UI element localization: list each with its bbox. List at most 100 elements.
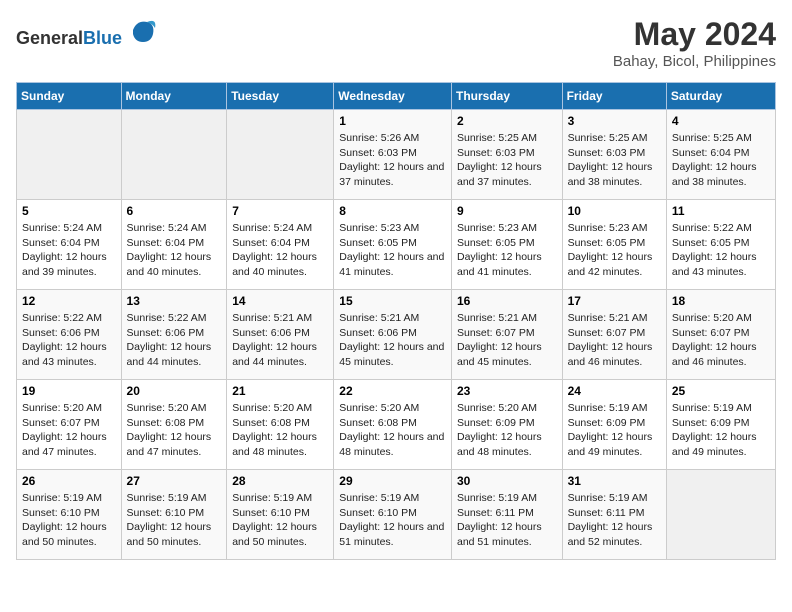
day-number: 1 bbox=[339, 114, 446, 128]
day-number: 13 bbox=[127, 294, 222, 308]
day-number: 6 bbox=[127, 204, 222, 218]
month-title: May 2024 bbox=[613, 16, 776, 53]
day-number: 17 bbox=[568, 294, 661, 308]
calendar-cell: 31 Sunrise: 5:19 AMSunset: 6:11 PMDayligh… bbox=[562, 470, 666, 560]
logo-icon bbox=[129, 16, 157, 44]
calendar-cell: 8Sunrise: 5:23 AMSunset: 6:05 PMDaylight… bbox=[334, 200, 452, 290]
weekday-header-sunday: Sunday bbox=[17, 83, 122, 110]
week-row-3: 12 Sunrise: 5:22 AMSunset: 6:06 PMDayligh… bbox=[17, 290, 776, 380]
week-row-2: 5 Sunrise: 5:24 AMSunset: 6:04 PMDaylight… bbox=[17, 200, 776, 290]
day-info: Sunrise: 5:20 AMSunset: 6:07 PMDaylight:… bbox=[672, 311, 770, 370]
day-number: 5 bbox=[22, 204, 116, 218]
day-info: Sunrise: 5:22 AMSunset: 6:06 PMDaylight:… bbox=[127, 311, 222, 370]
calendar-cell: 22 Sunrise: 5:20 AMSunset: 6:08 PMDayligh… bbox=[334, 380, 452, 470]
day-info: Sunrise: 5:24 AMSunset: 6:04 PMDaylight:… bbox=[232, 221, 328, 280]
day-number: 20 bbox=[127, 384, 222, 398]
calendar-cell: 24 Sunrise: 5:19 AMSunset: 6:09 PMDayligh… bbox=[562, 380, 666, 470]
day-info: Sunrise: 5:20 AMSunset: 6:07 PMDaylight:… bbox=[22, 401, 116, 460]
day-number: 8 bbox=[339, 204, 446, 218]
day-info: Sunrise: 5:24 AMSunset: 6:04 PMDaylight:… bbox=[22, 221, 116, 280]
day-info: Sunrise: 5:20 AMSunset: 6:08 PMDaylight:… bbox=[232, 401, 328, 460]
day-number: 10 bbox=[568, 204, 661, 218]
calendar-cell: 30Sunrise: 5:19 AMSunset: 6:11 PMDayligh… bbox=[451, 470, 562, 560]
location-title: Bahay, Bicol, Philippines bbox=[613, 53, 776, 70]
week-row-5: 26Sunrise: 5:19 AMSunset: 6:10 PMDayligh… bbox=[17, 470, 776, 560]
calendar-cell: 23 Sunrise: 5:20 AMSunset: 6:09 PMDayligh… bbox=[451, 380, 562, 470]
day-info: Sunrise: 5:19 AMSunset: 6:10 PMDaylight:… bbox=[22, 491, 116, 550]
weekday-header-monday: Monday bbox=[121, 83, 227, 110]
day-number: 22 bbox=[339, 384, 446, 398]
day-info: Sunrise: 5:19 AMSunset: 6:10 PMDaylight:… bbox=[339, 491, 446, 550]
calendar-cell: 13 Sunrise: 5:22 AMSunset: 6:06 PMDayligh… bbox=[121, 290, 227, 380]
day-number: 14 bbox=[232, 294, 328, 308]
day-info: Sunrise: 5:25 AMSunset: 6:03 PMDaylight:… bbox=[457, 131, 557, 190]
calendar-cell: 26Sunrise: 5:19 AMSunset: 6:10 PMDayligh… bbox=[17, 470, 122, 560]
day-info: Sunrise: 5:19 AMSunset: 6:10 PMDaylight:… bbox=[127, 491, 222, 550]
day-number: 4 bbox=[672, 114, 770, 128]
day-info: Sunrise: 5:25 AMSunset: 6:04 PMDaylight:… bbox=[672, 131, 770, 190]
weekday-header-wednesday: Wednesday bbox=[334, 83, 452, 110]
day-number: 31 bbox=[568, 474, 661, 488]
logo-text-general: General bbox=[16, 28, 83, 48]
calendar-cell: 19 Sunrise: 5:20 AMSunset: 6:07 PMDayligh… bbox=[17, 380, 122, 470]
day-info: Sunrise: 5:23 AMSunset: 6:05 PMDaylight:… bbox=[457, 221, 557, 280]
weekday-header-tuesday: Tuesday bbox=[227, 83, 334, 110]
day-info: Sunrise: 5:23 AMSunset: 6:05 PMDaylight:… bbox=[568, 221, 661, 280]
calendar-cell bbox=[17, 110, 122, 200]
calendar-cell: 9 Sunrise: 5:23 AMSunset: 6:05 PMDaylight… bbox=[451, 200, 562, 290]
page-header: GeneralBlue May 2024 Bahay, Bicol, Phili… bbox=[16, 16, 776, 70]
logo-text-blue: Blue bbox=[83, 28, 122, 48]
day-info: Sunrise: 5:19 AMSunset: 6:11 PMDaylight:… bbox=[568, 491, 661, 550]
calendar-cell: 27 Sunrise: 5:19 AMSunset: 6:10 PMDayligh… bbox=[121, 470, 227, 560]
calendar-cell: 28 Sunrise: 5:19 AMSunset: 6:10 PMDayligh… bbox=[227, 470, 334, 560]
day-info: Sunrise: 5:19 AMSunset: 6:09 PMDaylight:… bbox=[568, 401, 661, 460]
logo: GeneralBlue bbox=[16, 16, 157, 49]
calendar-cell: 16 Sunrise: 5:21 AMSunset: 6:07 PMDayligh… bbox=[451, 290, 562, 380]
day-number: 19 bbox=[22, 384, 116, 398]
weekday-header-thursday: Thursday bbox=[451, 83, 562, 110]
calendar-cell: 1 Sunrise: 5:26 AMSunset: 6:03 PMDaylight… bbox=[334, 110, 452, 200]
calendar-cell: 6Sunrise: 5:24 AMSunset: 6:04 PMDaylight… bbox=[121, 200, 227, 290]
calendar-cell: 21 Sunrise: 5:20 AMSunset: 6:08 PMDayligh… bbox=[227, 380, 334, 470]
day-number: 15 bbox=[339, 294, 446, 308]
day-number: 3 bbox=[568, 114, 661, 128]
day-number: 23 bbox=[457, 384, 557, 398]
day-info: Sunrise: 5:25 AMSunset: 6:03 PMDaylight:… bbox=[568, 131, 661, 190]
calendar-cell: 5 Sunrise: 5:24 AMSunset: 6:04 PMDaylight… bbox=[17, 200, 122, 290]
day-info: Sunrise: 5:21 AMSunset: 6:07 PMDaylight:… bbox=[568, 311, 661, 370]
calendar-cell: 12Sunrise: 5:22 AMSunset: 6:06 PMDayligh… bbox=[17, 290, 122, 380]
title-block: May 2024 Bahay, Bicol, Philippines bbox=[613, 16, 776, 70]
week-row-4: 19 Sunrise: 5:20 AMSunset: 6:07 PMDayligh… bbox=[17, 380, 776, 470]
day-info: Sunrise: 5:20 AMSunset: 6:08 PMDaylight:… bbox=[127, 401, 222, 460]
day-number: 9 bbox=[457, 204, 557, 218]
calendar-cell: 15Sunrise: 5:21 AMSunset: 6:06 PMDayligh… bbox=[334, 290, 452, 380]
calendar-table: SundayMondayTuesdayWednesdayThursdayFrid… bbox=[16, 82, 776, 560]
day-number: 16 bbox=[457, 294, 557, 308]
day-number: 12 bbox=[22, 294, 116, 308]
calendar-cell bbox=[227, 110, 334, 200]
day-info: Sunrise: 5:26 AMSunset: 6:03 PMDaylight:… bbox=[339, 131, 446, 190]
day-info: Sunrise: 5:21 AMSunset: 6:07 PMDaylight:… bbox=[457, 311, 557, 370]
day-info: Sunrise: 5:20 AMSunset: 6:09 PMDaylight:… bbox=[457, 401, 557, 460]
day-number: 21 bbox=[232, 384, 328, 398]
weekday-header-friday: Friday bbox=[562, 83, 666, 110]
day-info: Sunrise: 5:22 AMSunset: 6:05 PMDaylight:… bbox=[672, 221, 770, 280]
day-info: Sunrise: 5:21 AMSunset: 6:06 PMDaylight:… bbox=[232, 311, 328, 370]
day-number: 27 bbox=[127, 474, 222, 488]
day-number: 11 bbox=[672, 204, 770, 218]
weekday-header-saturday: Saturday bbox=[666, 83, 775, 110]
calendar-cell: 25Sunrise: 5:19 AMSunset: 6:09 PMDayligh… bbox=[666, 380, 775, 470]
day-info: Sunrise: 5:20 AMSunset: 6:08 PMDaylight:… bbox=[339, 401, 446, 460]
day-info: Sunrise: 5:19 AMSunset: 6:11 PMDaylight:… bbox=[457, 491, 557, 550]
calendar-cell: 7Sunrise: 5:24 AMSunset: 6:04 PMDaylight… bbox=[227, 200, 334, 290]
day-number: 18 bbox=[672, 294, 770, 308]
day-number: 29 bbox=[339, 474, 446, 488]
calendar-cell: 14 Sunrise: 5:21 AMSunset: 6:06 PMDayligh… bbox=[227, 290, 334, 380]
calendar-cell bbox=[666, 470, 775, 560]
day-number: 28 bbox=[232, 474, 328, 488]
day-number: 24 bbox=[568, 384, 661, 398]
day-info: Sunrise: 5:19 AMSunset: 6:10 PMDaylight:… bbox=[232, 491, 328, 550]
day-number: 2 bbox=[457, 114, 557, 128]
calendar-cell: 17 Sunrise: 5:21 AMSunset: 6:07 PMDayligh… bbox=[562, 290, 666, 380]
calendar-cell bbox=[121, 110, 227, 200]
